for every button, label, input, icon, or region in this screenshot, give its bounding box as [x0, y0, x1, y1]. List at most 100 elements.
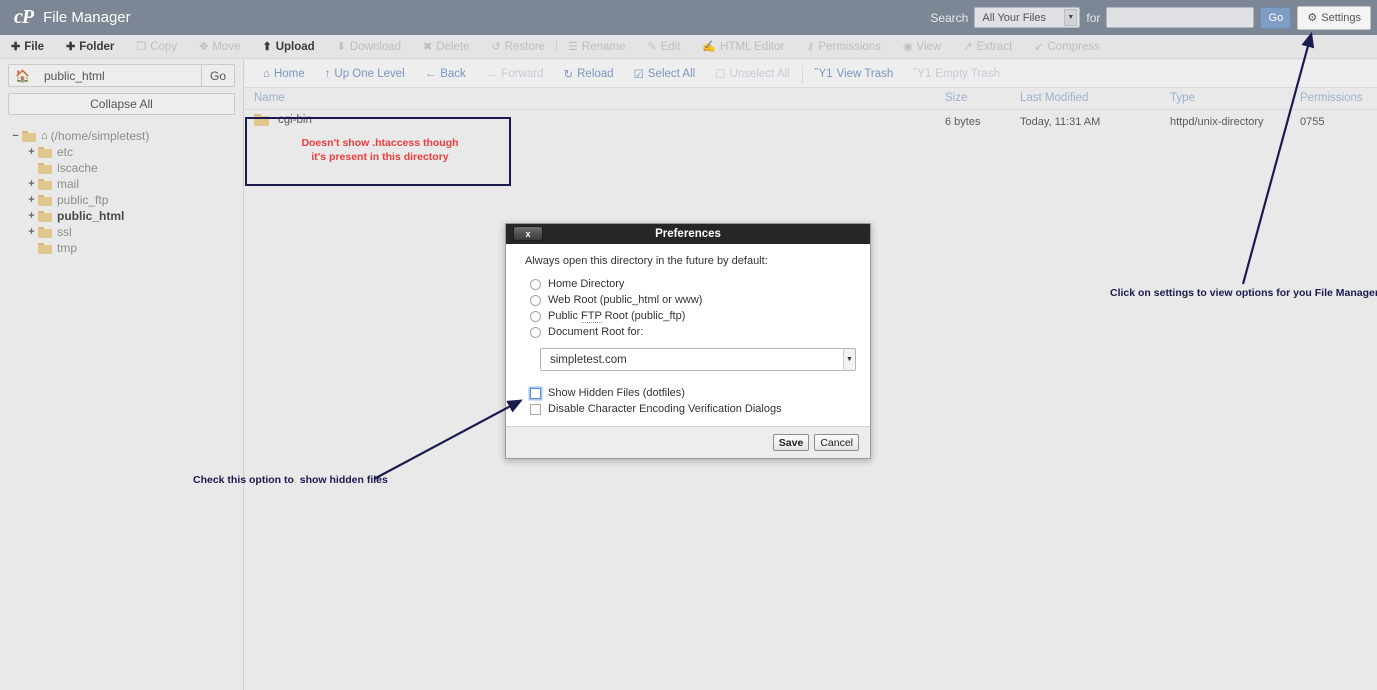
- folder-icon: [22, 131, 37, 142]
- toolbar-button-label: Move: [212, 41, 240, 53]
- nav-select-all-button[interactable]: ☑Select All: [624, 67, 706, 81]
- nav-button-label: Back: [440, 68, 466, 80]
- checkbox-icon[interactable]: [530, 404, 541, 415]
- toolbar-upload-button[interactable]: ⬆Upload: [251, 40, 325, 53]
- file-type-cell: httpd/unix-directory: [1170, 116, 1264, 128]
- tree-item-public_html[interactable]: +public_html: [10, 208, 243, 224]
- toolbar-button-label: Copy: [150, 41, 177, 53]
- cancel-button[interactable]: Cancel: [814, 434, 859, 451]
- tree-item-label: lscache: [57, 161, 98, 175]
- checkbox-icon[interactable]: [530, 388, 541, 399]
- collapse-icon[interactable]: −: [10, 130, 21, 142]
- toolbar-delete-button: ✖Delete: [412, 40, 480, 53]
- toolbar-button-label: Restore: [505, 41, 545, 53]
- collapse-all-button[interactable]: Collapse All: [8, 93, 235, 115]
- radio-label: Home Directory: [548, 278, 624, 290]
- close-icon[interactable]: x: [513, 226, 543, 241]
- radio-public-ftp-root[interactable]: Public FTP Root (public_ftp): [506, 308, 870, 324]
- document-root-select[interactable]: simpletest.com ▼: [540, 348, 856, 371]
- home-icon[interactable]: 🏠: [8, 64, 36, 87]
- radio-web-root[interactable]: Web Root (public_html or www): [506, 292, 870, 308]
- search-scope-select[interactable]: All Your Files ▼: [974, 7, 1080, 28]
- radio-icon[interactable]: [530, 311, 541, 322]
- operations-toolbar: ✚File✚Folder❐Copy✥Move⬆Upload⬇Download✖D…: [0, 35, 1377, 59]
- toolbar-button-label: View: [917, 41, 942, 53]
- search-go-button[interactable]: Go: [1260, 7, 1291, 29]
- tree-item-mail[interactable]: +mail: [10, 176, 243, 192]
- back-arrow-icon: ←: [425, 68, 437, 80]
- checkbox-disable-encoding-dialogs[interactable]: Disable Character Encoding Verification …: [506, 401, 870, 417]
- expand-icon[interactable]: +: [26, 210, 37, 222]
- tree-item-label: tmp: [57, 241, 77, 255]
- nav-button-label: Home: [274, 68, 305, 80]
- column-header-permissions[interactable]: Permissions: [1300, 92, 1363, 104]
- radio-document-root[interactable]: Document Root for:: [506, 324, 870, 340]
- checkbox-show-hidden-files[interactable]: Show Hidden Files (dotfiles): [506, 385, 870, 401]
- toolbar-button-label: Download: [350, 41, 401, 53]
- nav-up-one-level-button[interactable]: ↑Up One Level: [315, 68, 415, 80]
- save-button[interactable]: Save: [773, 434, 810, 451]
- toolbar-folder-button[interactable]: ✚Folder: [55, 40, 125, 53]
- expand-icon[interactable]: +: [26, 226, 37, 238]
- column-header-type[interactable]: Type: [1170, 92, 1195, 104]
- plus-icon: ✚: [11, 40, 20, 53]
- nav-reload-button[interactable]: ↻ Reload: [553, 67, 623, 81]
- nav-back-button[interactable]: ←Back: [415, 68, 476, 80]
- folder-icon: [38, 211, 53, 222]
- column-header-last-modified[interactable]: Last Modified: [1020, 92, 1088, 104]
- search-label: Search: [930, 11, 968, 25]
- column-header-size[interactable]: Size: [945, 92, 967, 104]
- toolbar-html-editor-button: ✍HTML Editor: [691, 40, 795, 53]
- expand-icon[interactable]: +: [26, 178, 37, 190]
- delete-icon: ✖: [423, 40, 432, 53]
- toolbar-file-button[interactable]: ✚ File: [0, 40, 55, 53]
- nav-empty-trash-button: Ὕ1Empty Trash: [903, 68, 1010, 80]
- nav-button-label: Reload: [577, 68, 613, 80]
- path-input[interactable]: public_html: [36, 64, 201, 87]
- reload-icon: ↻: [563, 67, 573, 81]
- checkbox-label: Disable Character Encoding Verification …: [548, 403, 782, 415]
- nav-view-trash-button[interactable]: Ὕ1View Trash: [805, 68, 904, 80]
- toolbar-divider: [802, 65, 803, 83]
- path-go-button[interactable]: Go: [201, 64, 235, 87]
- radio-label: Public FTP Root (public_ftp): [548, 310, 685, 322]
- checkbox-empty-icon: ☐: [715, 67, 725, 81]
- search-input[interactable]: [1106, 7, 1254, 28]
- hidden-files-annotation-text: Check this option to show hidden files: [193, 474, 388, 486]
- toolbar-button-label: File: [24, 41, 44, 53]
- dialog-footer: Save Cancel: [506, 426, 870, 458]
- radio-icon[interactable]: [530, 295, 541, 306]
- forward-arrow-icon: →: [486, 68, 498, 80]
- nav-home-button[interactable]: ⌂ Home: [253, 68, 315, 80]
- home-icon: ⌂: [41, 130, 48, 142]
- tree-item-ssl[interactable]: +ssl: [10, 224, 243, 240]
- radio-icon[interactable]: [530, 279, 541, 290]
- toolbar-button-label: Permissions: [818, 41, 881, 53]
- htaccess-annotation-box: Doesn't show .htaccess thoughit's presen…: [245, 117, 511, 186]
- tree-item-homesimpletest[interactable]: −⌂(/home/simpletest): [10, 128, 243, 144]
- top-header-bar: cP File Manager Search All Your Files ▼ …: [0, 0, 1377, 35]
- radio-home-directory[interactable]: Home Directory: [506, 276, 870, 292]
- dialog-title-label: Preferences: [655, 228, 721, 240]
- extract-icon: ↗: [963, 40, 972, 53]
- settings-button-label: Settings: [1321, 12, 1361, 24]
- toolbar-button-label: HTML Editor: [720, 41, 784, 53]
- expand-icon[interactable]: +: [26, 194, 37, 206]
- column-header-name[interactable]: Name: [254, 92, 285, 104]
- restore-icon: ↺: [492, 40, 501, 53]
- toolbar-rename-button: ☰Rename: [556, 40, 636, 53]
- file-permissions-cell: 0755: [1300, 116, 1324, 128]
- folder-icon: [38, 147, 53, 158]
- settings-annotation-text: Click on settings to view options for yo…: [1110, 287, 1377, 299]
- home-icon: ⌂: [263, 68, 270, 80]
- tree-item-tmp[interactable]: tmp: [10, 240, 243, 256]
- expand-icon[interactable]: +: [26, 146, 37, 158]
- tree-item-lscache[interactable]: lscache: [10, 160, 243, 176]
- tree-item-etc[interactable]: +etc: [10, 144, 243, 160]
- settings-button[interactable]: ⚙ Settings: [1297, 6, 1371, 30]
- toolbar-button-label: Upload: [276, 41, 315, 53]
- radio-icon[interactable]: [530, 327, 541, 338]
- tree-item-public_ftp[interactable]: +public_ftp: [10, 192, 243, 208]
- nav-button-label: View Trash: [837, 68, 894, 80]
- copy-icon: ❐: [136, 40, 146, 53]
